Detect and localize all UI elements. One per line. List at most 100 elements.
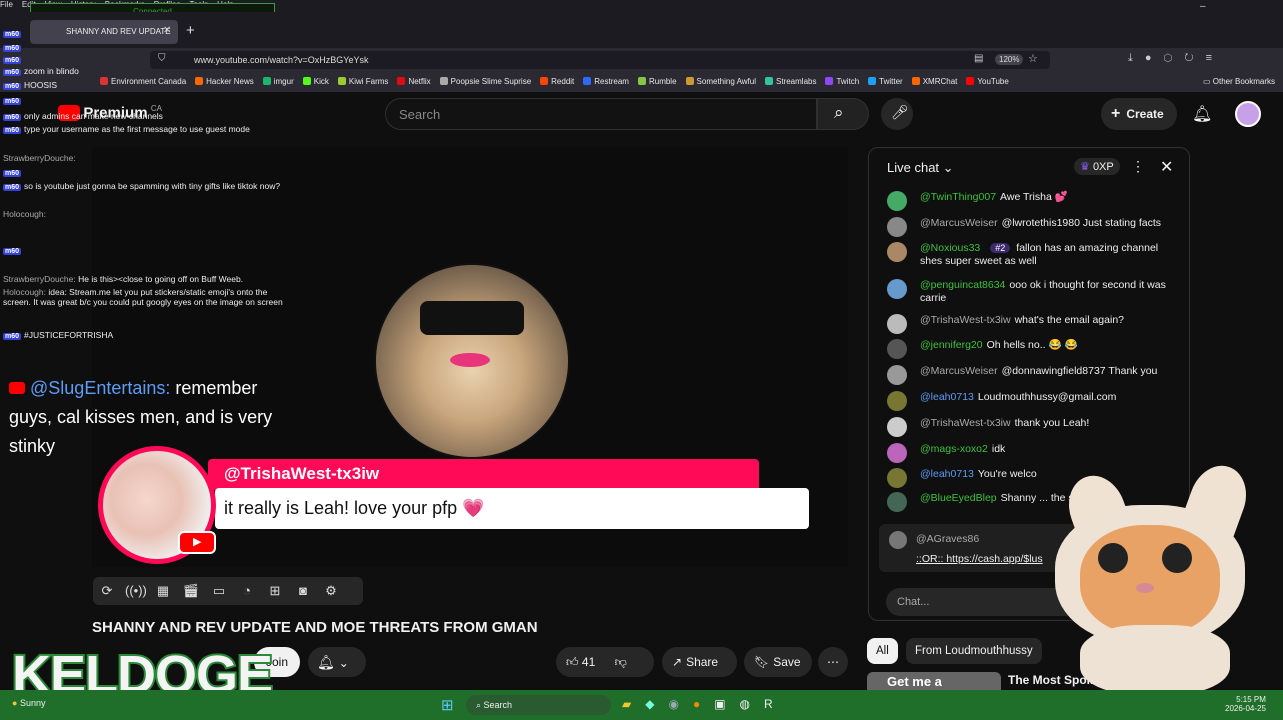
overlay-chat-line: m60 zoom in blindo — [3, 66, 283, 76]
overlay-username: m60 — [3, 31, 22, 38]
chip-all[interactable]: All — [867, 638, 898, 664]
chat-username[interactable]: @TrishaWest-tx3iw — [920, 314, 1011, 326]
file-explorer-icon[interactable]: ▰ — [622, 697, 645, 711]
create-button[interactable]: + Create — [1101, 98, 1177, 130]
chat-message[interactable]: @leah0713 Loudmouthhussy@gmail.com — [887, 391, 1177, 411]
search-icon: ⌕ — [476, 700, 484, 710]
chat-message[interactable]: @MarcusWeiser @donnawingfield8737 Thank y… — [887, 365, 1177, 385]
restream-icon[interactable]: R — [764, 697, 787, 711]
overlay-text: He is this><close to going off on Buff W… — [78, 274, 244, 284]
bookmark-item[interactable]: Rumble — [637, 77, 677, 86]
other-bookmarks[interactable]: ▭ Other Bookmarks — [1203, 77, 1275, 86]
dislike-icon[interactable]: 👎︎ — [615, 655, 627, 669]
obs-icon[interactable]: ◍ — [740, 697, 764, 711]
bookmark-favicon-icon — [825, 77, 834, 85]
xp-badge[interactable]: ♛ 0XP — [1074, 158, 1120, 175]
recommended-thumbnail[interactable]: Get me a — [867, 672, 1001, 690]
bookmark-favicon-icon — [966, 77, 975, 85]
weather-widget[interactable]: ● Sunny — [12, 698, 45, 708]
download-icon[interactable]: ⤓ — [1128, 52, 1145, 64]
settings-gear-icon[interactable]: ⚙ — [321, 581, 341, 601]
bookmark-item[interactable]: Kiwi Farms — [337, 77, 388, 86]
close-chat-icon[interactable]: ✕ — [1160, 157, 1173, 177]
like-button[interactable]: 👍︎ 41 — [566, 655, 595, 669]
bookmark-item[interactable]: Twitch — [825, 77, 859, 86]
save-button[interactable]: 🔖︎ Save — [744, 647, 812, 677]
chat-text: @lwrotethis1980 Just stating facts — [1001, 217, 1162, 229]
zoom-level[interactable]: 120% — [995, 54, 1024, 65]
share-button[interactable]: ↗ Share — [662, 647, 737, 677]
discord-icon[interactable]: ◉ — [668, 697, 692, 711]
bookmark-item[interactable]: Netflix — [397, 77, 431, 86]
taskbar-search[interactable]: ⌕ Search — [466, 695, 611, 715]
chat-message[interactable]: @TrishaWest-tx3iw what's the email again? — [887, 314, 1177, 334]
speed-icon[interactable]: ◔ — [237, 581, 257, 601]
notification-toggle[interactable]: 🔔︎ ⌄ — [308, 647, 366, 677]
overlay-chat-line: m60 #JUSTICEFORTRISHA — [3, 330, 283, 340]
clapper-icon[interactable]: 🎬︎ — [181, 581, 201, 601]
notifications-bell-icon[interactable]: 🔔︎ — [1192, 104, 1212, 124]
bookmark-star-icon[interactable]: ☆ — [1028, 52, 1038, 65]
bookmark-item[interactable]: YouTube — [966, 77, 1009, 86]
chat-text: idk — [991, 443, 1006, 455]
chat-message[interactable]: @TrishaWest-tx3iw thank you Leah! — [887, 417, 1177, 437]
bookmark-item[interactable]: XMRChat — [911, 77, 957, 86]
chat-username[interactable]: @TrishaWest-tx3iw — [920, 417, 1011, 429]
chat-username[interactable]: @leah0713 — [920, 391, 974, 403]
live-chat-title[interactable]: Live chat ⌄ — [887, 160, 954, 176]
chat-message[interactable]: @penguincat8634 ooo ok i thought for seco… — [887, 279, 1177, 305]
search-input[interactable]: Search — [385, 98, 817, 130]
live-icon[interactable]: ((•)) — [125, 581, 147, 601]
avatar — [887, 191, 907, 211]
bookmark-item[interactable]: Streamlabs — [765, 77, 816, 86]
voice-search-button[interactable]: 🎤︎ — [881, 98, 913, 130]
bookmark-item[interactable]: Reddit — [540, 77, 574, 86]
bookmark-item[interactable]: Poopsie Slime Suprise — [439, 77, 531, 86]
menu-file[interactable]: File — [0, 0, 13, 9]
chat-username[interactable]: @Noxious33 — [920, 242, 980, 254]
playlist-icon[interactable]: ▦ — [153, 581, 173, 601]
chat-username[interactable]: @mags-xoxo2 — [920, 443, 988, 455]
chat-username[interactable]: @jenniferg20 — [920, 339, 983, 351]
chip-from-channel[interactable]: From Loudmouthhussy — [906, 638, 1042, 664]
chat-username[interactable]: @BlueEyedBlep — [920, 492, 997, 504]
chat-username[interactable]: @MarcusWeiser — [920, 365, 998, 377]
chat-username[interactable]: @leah0713 — [920, 468, 974, 480]
bookmark-item[interactable]: Kick — [302, 77, 329, 86]
chat-message[interactable]: @Noxious33 #2 fallon has an amazing channe… — [887, 242, 1177, 268]
loop-icon[interactable]: ⟳ — [97, 581, 117, 601]
chat-username[interactable]: @MarcusWeiser — [920, 217, 998, 229]
extension-icon[interactable]: ● — [1145, 52, 1164, 64]
chat-username[interactable]: @penguincat8634 — [920, 279, 1005, 291]
search-button[interactable]: ⌕ — [817, 98, 869, 130]
chat-message[interactable]: @MarcusWeiser @lwrotethis1980 Just statin… — [887, 217, 1177, 237]
sync-icon[interactable]: ↻ — [1184, 52, 1205, 64]
puzzle-icon[interactable]: ⬡ — [1164, 52, 1185, 64]
chat-more-icon[interactable]: ⋮ — [1131, 158, 1145, 175]
bookmark-item[interactable]: Something Awful — [685, 77, 756, 86]
add-icon[interactable]: ⊞ — [265, 581, 285, 601]
overlay-text: only admins can make new channels — [24, 111, 163, 121]
windows-start-icon[interactable]: ⊞ — [441, 696, 454, 714]
copilot-icon[interactable]: ◆ — [645, 697, 668, 711]
miniplayer-icon[interactable]: ▭ — [209, 581, 229, 601]
overlay-chat-line: m60 type your username as the first messa… — [3, 124, 283, 134]
bookmark-item[interactable]: Twitter — [868, 77, 903, 86]
more-actions-button[interactable]: ⋯ — [818, 647, 848, 677]
reader-view-icon[interactable]: ▤ — [974, 53, 983, 64]
bookmark-favicon-icon — [337, 77, 346, 85]
clock[interactable]: 5:15 PM 2026-04-25 — [1225, 695, 1266, 713]
menu-hamburger-icon[interactable]: ≡ — [1206, 52, 1224, 64]
minimize-icon[interactable]: – — [1200, 1, 1226, 12]
chat-username[interactable]: @TwinThing007 — [920, 191, 996, 203]
bookmark-favicon-icon — [637, 77, 646, 85]
firefox-icon[interactable]: ● — [693, 697, 714, 711]
bookmark-item[interactable]: Restream — [583, 77, 629, 86]
account-avatar[interactable] — [1235, 101, 1261, 127]
chat-message[interactable]: @jenniferg20 Oh hells no.. 😂 😂 — [887, 339, 1177, 359]
url-bar[interactable]: ⛉ www.youtube.com/watch?v=OxHzBGYeYsk ▤ … — [150, 51, 1050, 69]
bookmark-icon: 🔖︎ — [754, 655, 770, 669]
screenshot-icon[interactable]: ◙ — [293, 581, 313, 601]
media-app-icon[interactable]: ▣ — [714, 697, 739, 711]
chat-message[interactable]: @TwinThing007 Awe Trisha 💕 — [887, 191, 1177, 211]
